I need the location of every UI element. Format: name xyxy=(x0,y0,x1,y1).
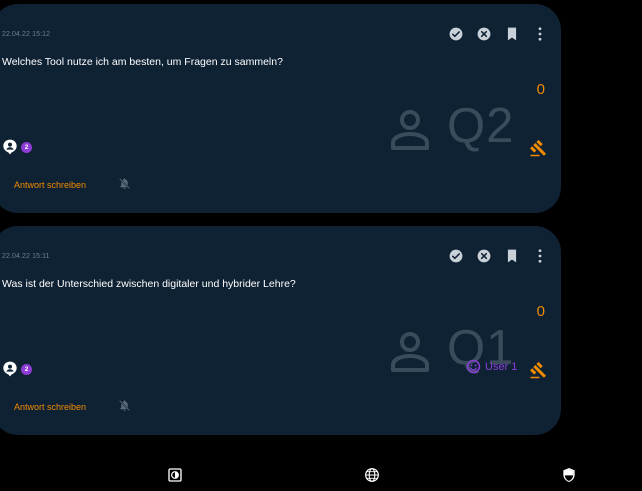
security-shield-icon[interactable] xyxy=(561,467,577,483)
cancel-circle-icon[interactable] xyxy=(477,27,491,41)
user-smiley-icon xyxy=(466,359,481,374)
gavel-icon[interactable] xyxy=(529,139,547,157)
write-answer-button[interactable]: Antwort schreiben xyxy=(14,180,86,190)
author-badges: 2 xyxy=(2,361,32,377)
question-timestamp: 22.04.22 15:12 xyxy=(2,31,51,38)
gavel-icon[interactable] xyxy=(529,361,547,379)
person-pin-icon[interactable] xyxy=(2,361,18,377)
question-text: Was ist der Unterschied zwischen digital… xyxy=(2,278,296,290)
question-text: Welches Tool nutze ich am besten, um Fra… xyxy=(2,56,283,68)
write-answer-button[interactable]: Antwort schreiben xyxy=(14,402,86,412)
question-card: 22.04.22 15:11 Was ist der Unterschied z… xyxy=(0,226,561,435)
more-vert-icon[interactable] xyxy=(533,249,547,263)
more-vert-icon[interactable] xyxy=(533,27,547,41)
bookmark-icon[interactable] xyxy=(505,27,519,41)
cancel-circle-icon[interactable] xyxy=(477,249,491,263)
badge-count: 2 xyxy=(21,363,32,375)
question-actions xyxy=(435,25,547,43)
contrast-icon[interactable] xyxy=(167,467,183,483)
question-card: 22.04.22 15:12 Welches Tool nutze ich am… xyxy=(0,4,561,213)
question-actions xyxy=(435,247,547,265)
author-badges: 2 xyxy=(2,139,32,155)
check-circle-icon[interactable] xyxy=(449,249,463,263)
notifications-off-icon[interactable] xyxy=(118,399,131,412)
check-circle-icon[interactable] xyxy=(449,27,463,41)
notifications-off-icon[interactable] xyxy=(118,177,131,190)
question-author[interactable]: User 1 xyxy=(466,359,517,374)
bookmark-icon[interactable] xyxy=(505,249,519,263)
question-timestamp: 22.04.22 15:11 xyxy=(2,253,50,260)
language-globe-icon[interactable] xyxy=(364,467,380,483)
person-pin-icon[interactable] xyxy=(2,139,18,155)
badge-count: 2 xyxy=(21,141,32,153)
person-watermark-icon xyxy=(391,332,429,372)
author-name: User 1 xyxy=(485,360,518,373)
vote-score: 0 xyxy=(536,81,545,98)
bottom-toolbar xyxy=(0,458,642,491)
question-number-watermark: Q2 xyxy=(447,99,515,153)
person-watermark-icon xyxy=(391,110,429,150)
vote-score: 0 xyxy=(536,303,545,320)
